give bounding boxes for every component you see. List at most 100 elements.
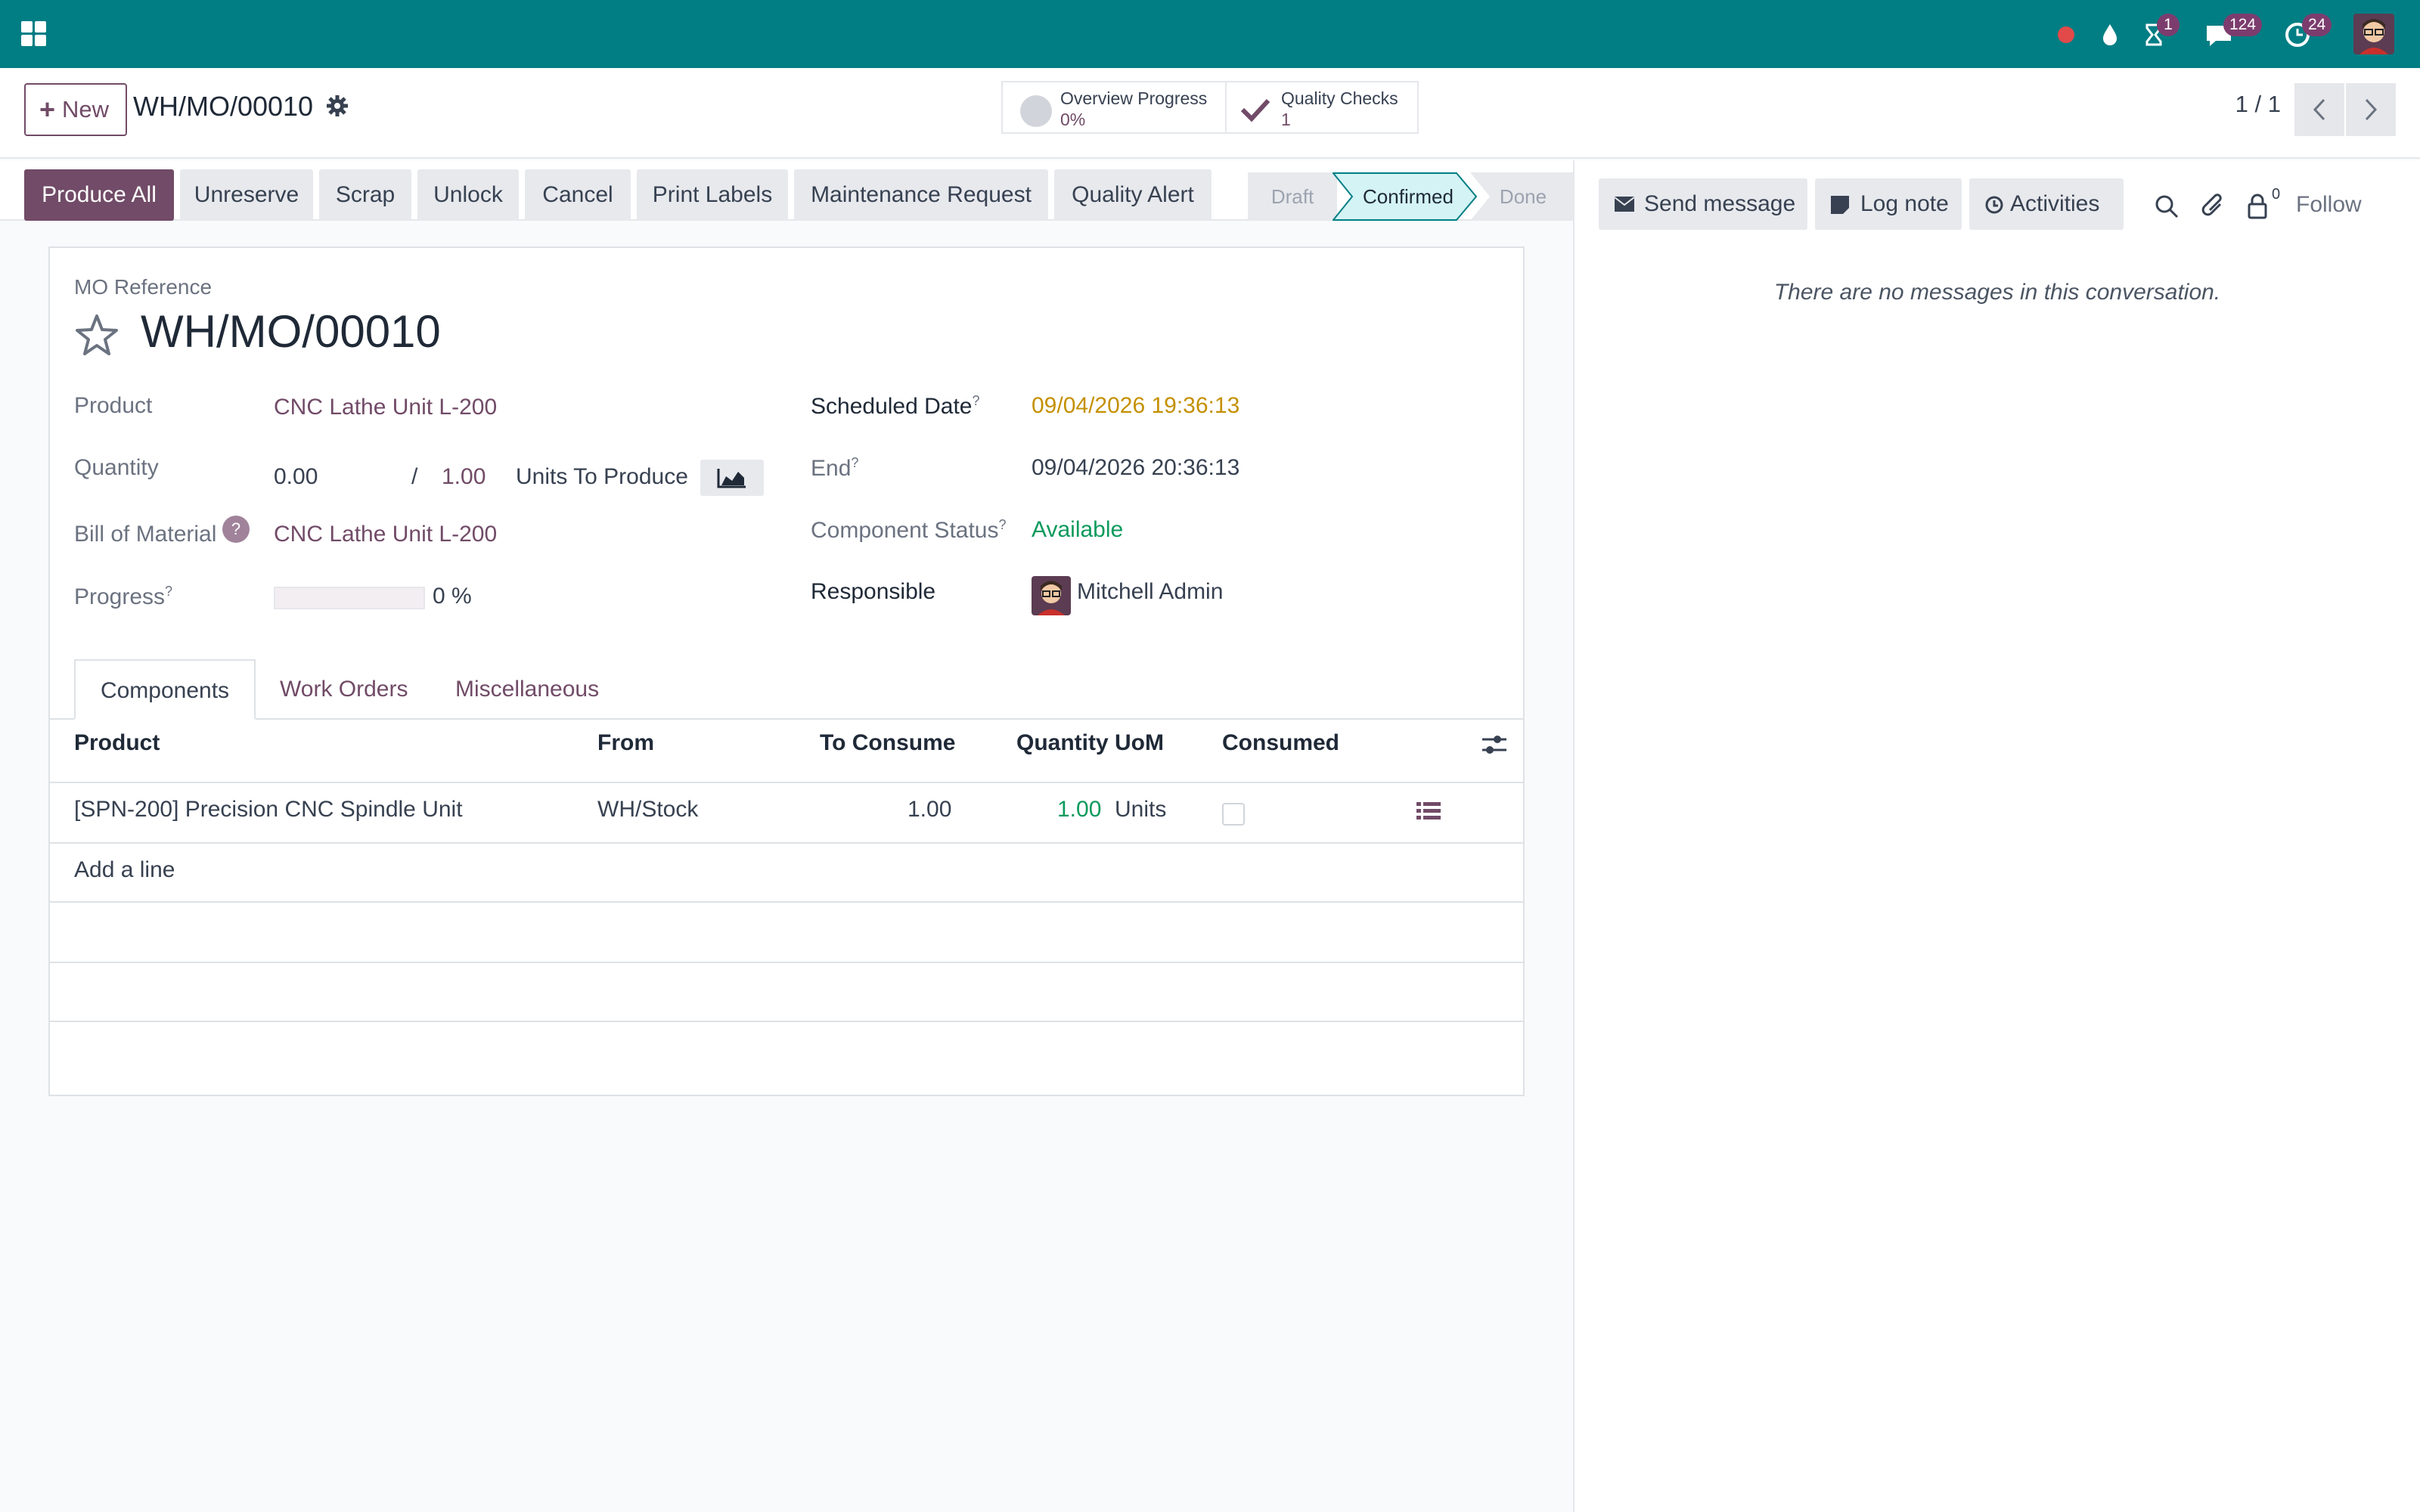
col-uom[interactable]: UoM [1115, 730, 1164, 756]
component-consumed-checkbox[interactable] [1222, 803, 1245, 826]
col-product[interactable]: Product [74, 730, 160, 756]
quantity-unit: Units To Produce [516, 464, 688, 489]
activities-button[interactable]: Activities [1969, 178, 2124, 230]
area-chart-icon [717, 469, 746, 488]
quantity-target-field[interactable]: 1.00 [442, 464, 486, 490]
paperclip-icon[interactable] [2201, 192, 2226, 221]
forecast-chart-button[interactable] [700, 460, 764, 496]
unlock-button[interactable]: Unlock [417, 169, 519, 221]
log-note-button[interactable]: Log note [1815, 178, 1962, 230]
product-label: Product [74, 393, 153, 418]
overview-progress-value: 0% [1060, 110, 1086, 129]
scheduled-date-field[interactable]: 09/04/2026 19:36:13 [1032, 393, 1239, 419]
bill-of-material-label: Bill of Material [74, 522, 217, 547]
maintenance-request-button[interactable]: Maintenance Request [794, 169, 1048, 221]
tabs-divider [50, 718, 1523, 720]
component-status-label-text: Component Status [811, 518, 999, 543]
scheduled-date-help-mark[interactable]: ? [973, 393, 980, 408]
mo-reference-value[interactable]: WH/MO/00010 [141, 305, 441, 358]
stage-done[interactable]: Done [1487, 172, 1559, 221]
chevron-left-icon [2313, 98, 2325, 121]
quantity-separator: / [411, 464, 418, 489]
scrap-button[interactable]: Scrap [319, 169, 411, 221]
tab-miscellaneous[interactable]: Miscellaneous [455, 659, 599, 720]
lock-icon[interactable] [2246, 192, 2269, 221]
row-divider [50, 901, 1523, 903]
empty-conversation-text: There are no messages in this conversati… [1773, 280, 2221, 305]
form-statusbar: Produce All Unreserve Scrap Unlock Cance… [0, 160, 1573, 221]
chevron-right-icon [2365, 98, 2378, 121]
col-to-consume[interactable]: To Consume [820, 730, 955, 756]
detailed-operations-icon[interactable] [1416, 800, 1441, 823]
form-sheet: MO Reference WH/MO/00010 Product CNC Lat… [48, 246, 1525, 1096]
check-icon [1240, 98, 1270, 122]
clock-badge: 24 [2302, 14, 2332, 36]
print-labels-button[interactable]: Print Labels [637, 169, 788, 221]
new-label: New [62, 96, 110, 122]
row-divider [50, 1021, 1523, 1022]
component-status-value: Available [1032, 517, 1124, 542]
end-help-mark[interactable]: ? [851, 455, 858, 470]
progress-label: Progress? [74, 584, 172, 610]
col-quantity[interactable]: Quantity [1016, 730, 1109, 756]
row-divider [50, 962, 1523, 963]
component-status-help-mark[interactable]: ? [998, 517, 1006, 532]
col-consumed[interactable]: Consumed [1222, 730, 1339, 756]
send-message-button[interactable]: Send message [1599, 178, 1807, 230]
scheduled-date-label-text: Scheduled Date [811, 394, 973, 419]
quantity-label: Quantity [74, 455, 159, 480]
messages-badge: 124 [2223, 14, 2263, 36]
unreserve-button[interactable]: Unreserve [180, 169, 313, 221]
responsible-label: Responsible [811, 579, 936, 604]
progress-value: 0 % [433, 584, 472, 609]
apps-menu-icon[interactable] [20, 20, 48, 48]
pager-value[interactable]: 1 / 1 [2235, 91, 2281, 118]
tab-components[interactable]: Components [74, 659, 256, 720]
add-line-link[interactable]: Add a line [74, 857, 175, 883]
breadcrumb: WH/MO/00010 [133, 91, 314, 122]
progress-label-text: Progress [74, 584, 166, 609]
bom-help-icon[interactable]: ? [222, 516, 250, 543]
followers-count: 0 [2272, 186, 2281, 203]
note-icon [1831, 196, 1849, 214]
produce-all-button[interactable]: Produce All [24, 169, 174, 221]
activity-badge: 1 [2157, 14, 2180, 36]
component-quantity[interactable]: 1.00 [1057, 797, 1101, 823]
cancel-button[interactable]: Cancel [525, 169, 631, 221]
chatter-panel: Send message Log note Activities 0 Follo… [1573, 160, 2420, 1512]
col-from[interactable]: From [597, 730, 654, 756]
pager-next-button[interactable] [2346, 83, 2396, 136]
product-field[interactable]: CNC Lathe Unit L-200 [274, 395, 497, 420]
scheduled-date-label: Scheduled Date? [811, 393, 980, 420]
end-date-field[interactable]: 09/04/2026 20:36:13 [1032, 455, 1239, 481]
bill-of-material-field[interactable]: CNC Lathe Unit L-200 [274, 522, 497, 547]
optional-columns-icon[interactable] [1481, 732, 1508, 758]
component-to-consume[interactable]: 1.00 [908, 797, 951, 823]
progress-help-mark[interactable]: ? [165, 584, 172, 599]
new-button[interactable]: + New [24, 83, 127, 136]
component-from[interactable]: WH/Stock [597, 797, 698, 823]
follow-button[interactable]: Follow [2296, 192, 2362, 218]
tab-work-orders[interactable]: Work Orders [280, 659, 408, 720]
drop-icon[interactable] [2093, 18, 2127, 51]
search-icon[interactable] [2154, 194, 2180, 219]
clock-icon [1985, 196, 2003, 214]
record-icon[interactable] [2049, 18, 2083, 51]
table-header-divider [50, 782, 1523, 783]
responsible-field[interactable]: Mitchell Admin [1077, 579, 1223, 605]
component-uom[interactable]: Units [1115, 797, 1166, 823]
activities-label: Activities [2010, 191, 2100, 216]
overview-progress-stat[interactable]: Overview Progress 0% [1001, 81, 1227, 134]
stage-draft[interactable]: Draft [1248, 172, 1337, 221]
component-product[interactable]: [SPN-200] Precision CNC Spindle Unit [74, 797, 463, 823]
avatar[interactable] [2353, 14, 2394, 54]
pager-previous-button[interactable] [2294, 83, 2344, 136]
send-message-label: Send message [1644, 191, 1796, 216]
quality-checks-label: Quality Checks [1281, 88, 1398, 108]
quality-checks-stat[interactable]: Quality Checks 1 [1225, 81, 1419, 134]
stage-confirmed[interactable]: Confirmed [1348, 172, 1469, 221]
quantity-produced-field[interactable]: 0.00 [274, 464, 318, 490]
quality-alert-button[interactable]: Quality Alert [1054, 169, 1212, 221]
gear-icon[interactable] [325, 94, 349, 118]
star-icon[interactable] [73, 311, 121, 360]
